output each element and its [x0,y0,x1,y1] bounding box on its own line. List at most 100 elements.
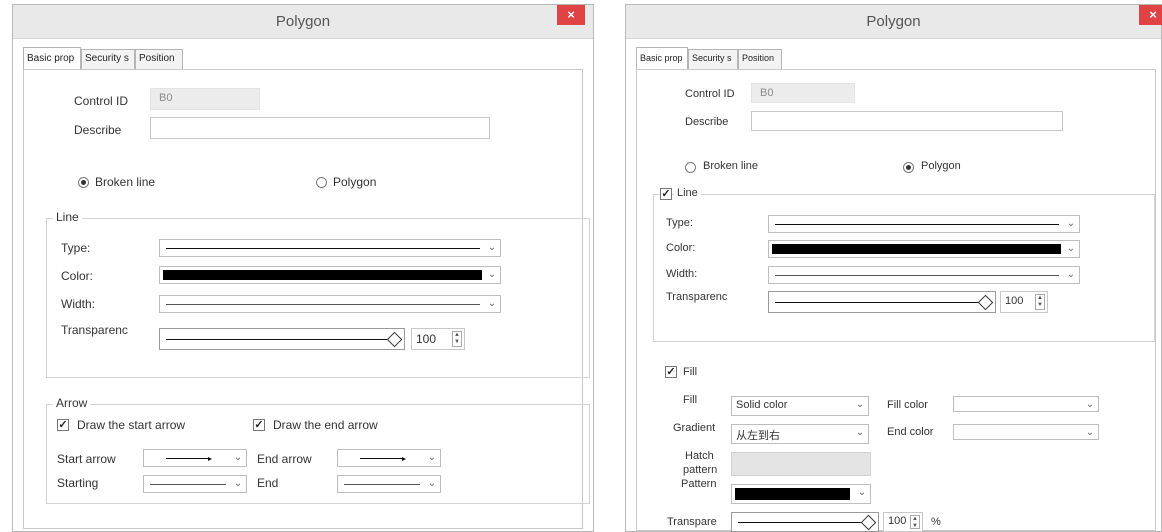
transparency-label: Transparenc [666,291,728,303]
tab-security[interactable]: Security s [688,49,738,69]
transparency-value: 100 [1005,295,1024,307]
end-select[interactable]: ⌄ [337,475,441,493]
gradient-value: 从左到右 [736,430,780,442]
describe-label: Describe [685,116,729,128]
pattern-color-select[interactable]: ⌄ [731,484,871,504]
line-type-select[interactable]: ⌄ [768,215,1080,233]
transparency-slider[interactable] [159,328,405,350]
chevron-down-icon: ⌄ [427,478,437,489]
line-group: ✓ Line Type: ⌄ Color: ⌄ Width: ⌄ Transpa… [653,187,1155,342]
draw-end-arrow-label: Draw the end arrow [273,418,378,432]
fill-transparency-value: 100 [888,515,907,527]
chevron-down-icon: ⌄ [427,452,437,463]
gradient-label: Gradient [673,422,716,434]
tab-basic-properties[interactable]: Basic prop [636,47,688,69]
color-label: Color: [666,242,696,254]
transparency-slider[interactable] [768,291,996,313]
chevron-down-icon: ⌄ [233,478,243,489]
chevron-down-icon: ⌄ [233,452,243,463]
control-id-label: Control ID [685,88,735,100]
chevron-down-icon: ⌄ [487,242,497,253]
chevron-down-icon: ⌄ [1066,243,1076,254]
describe-label: Describe [74,123,122,137]
slider-handle[interactable] [977,294,994,311]
titlebar: Polygon × [626,5,1162,39]
line-checkbox[interactable]: ✓ [660,188,672,200]
fill-type-value: Solid color [736,399,788,411]
spin-arrows-icon[interactable]: ▲ ▼ [910,515,920,529]
polygon-dialog-left: Polygon × Basic prop Security s Position… [12,4,594,532]
transparency-value: 100 [416,332,437,346]
starting-select[interactable]: ⌄ [143,475,247,493]
draw-end-arrow-checkbox[interactable]: ✓ [253,419,265,431]
chevron-down-icon: ⌄ [1085,427,1095,438]
end-arrow-select[interactable]: ⌄ [337,449,441,467]
chevron-down-icon: ⌄ [857,487,867,498]
fill-section-label: Fill [683,366,698,378]
arrow-group-legend: Arrow [53,396,91,410]
arrow-group: Arrow ✓ Draw the start arrow ✓ Draw the … [46,396,590,504]
line-color-select[interactable]: ⌄ [159,266,501,284]
tab-position[interactable]: Position [135,49,183,69]
fill-color-select[interactable]: ⌄ [953,396,1099,412]
tab-position[interactable]: Position [738,49,782,69]
pattern-label: Pattern [681,478,717,490]
close-button[interactable]: × [557,5,585,25]
transparency-spinbox[interactable]: 100 ▲ ▼ [411,328,465,350]
line-width-select[interactable]: ⌄ [768,266,1080,284]
end-label: End [257,476,279,490]
describe-input[interactable] [150,117,490,139]
tab-basic-properties[interactable]: Basic prop [23,47,81,69]
fill-type-select[interactable]: Solid color ⌄ [731,396,869,416]
start-arrow-label: Start arrow [57,452,116,466]
chevron-down-icon: ⌄ [855,399,865,410]
basic-properties-panel: Control ID B0 Describe Broken line Polyg… [636,69,1156,532]
line-group: Line Type: ⌄ Color: ⌄ Width: ⌄ Transpare… [46,210,590,378]
fill-transparency-slider[interactable] [731,512,879,532]
fill-color-label: Fill color [887,399,928,411]
start-arrow-select[interactable]: ⌄ [143,449,247,467]
chevron-down-icon: ⌄ [1066,218,1076,229]
transpare-label: Transpare [667,516,717,528]
line-color-select[interactable]: ⌄ [768,240,1080,258]
control-id-label: Control ID [74,94,129,108]
starting-label: Starting [57,476,99,490]
titlebar: Polygon × [13,5,593,39]
hatch-pattern-label: pattern [683,464,718,476]
width-label: Width: [666,268,698,280]
broken-line-radio[interactable] [78,177,89,188]
percent-label: % [931,516,941,528]
chevron-down-icon: ⌄ [855,427,865,438]
basic-properties-panel: Control ID B0 Describe Broken line Polyg… [23,69,590,529]
draw-start-arrow-label: Draw the start arrow [77,418,186,432]
transparency-label: Transparenc [61,323,128,337]
slider-handle[interactable] [860,514,877,531]
tab-bar: Basic prop Security s Position [23,47,183,69]
dialog-title: Polygon [275,13,331,30]
line-width-select[interactable]: ⌄ [159,295,501,313]
polygon-radio[interactable] [903,162,914,173]
broken-line-label: Broken line [95,175,156,189]
hatch-pattern-box[interactable] [731,452,871,476]
polygon-radio[interactable] [316,177,327,188]
tab-bar: Basic prop Security s Position [636,47,782,69]
type-label: Type: [61,241,91,255]
draw-start-arrow-checkbox[interactable]: ✓ [57,419,69,431]
fill-transparency-spinbox[interactable]: 100 ▲ ▼ [883,512,923,532]
spin-arrows-icon[interactable]: ▲ ▼ [1035,294,1045,310]
broken-line-radio[interactable] [685,162,696,173]
control-id-field: B0 [751,83,855,103]
fill-label: Fill [683,394,698,406]
transparency-spinbox[interactable]: 100 ▲ ▼ [1000,291,1048,313]
hatch-label: Hatch [685,450,714,462]
tab-security[interactable]: Security s [81,49,135,69]
gradient-select[interactable]: 从左到右 ⌄ [731,424,869,444]
color-label: Color: [61,269,94,283]
spin-arrows-icon[interactable]: ▲ ▼ [452,331,462,347]
end-color-select[interactable]: ⌄ [953,424,1099,440]
close-button[interactable]: × [1139,5,1162,25]
describe-input[interactable] [751,111,1063,131]
slider-handle[interactable] [386,331,403,348]
line-type-select[interactable]: ⌄ [159,239,501,257]
fill-checkbox[interactable]: ✓ [665,366,677,378]
